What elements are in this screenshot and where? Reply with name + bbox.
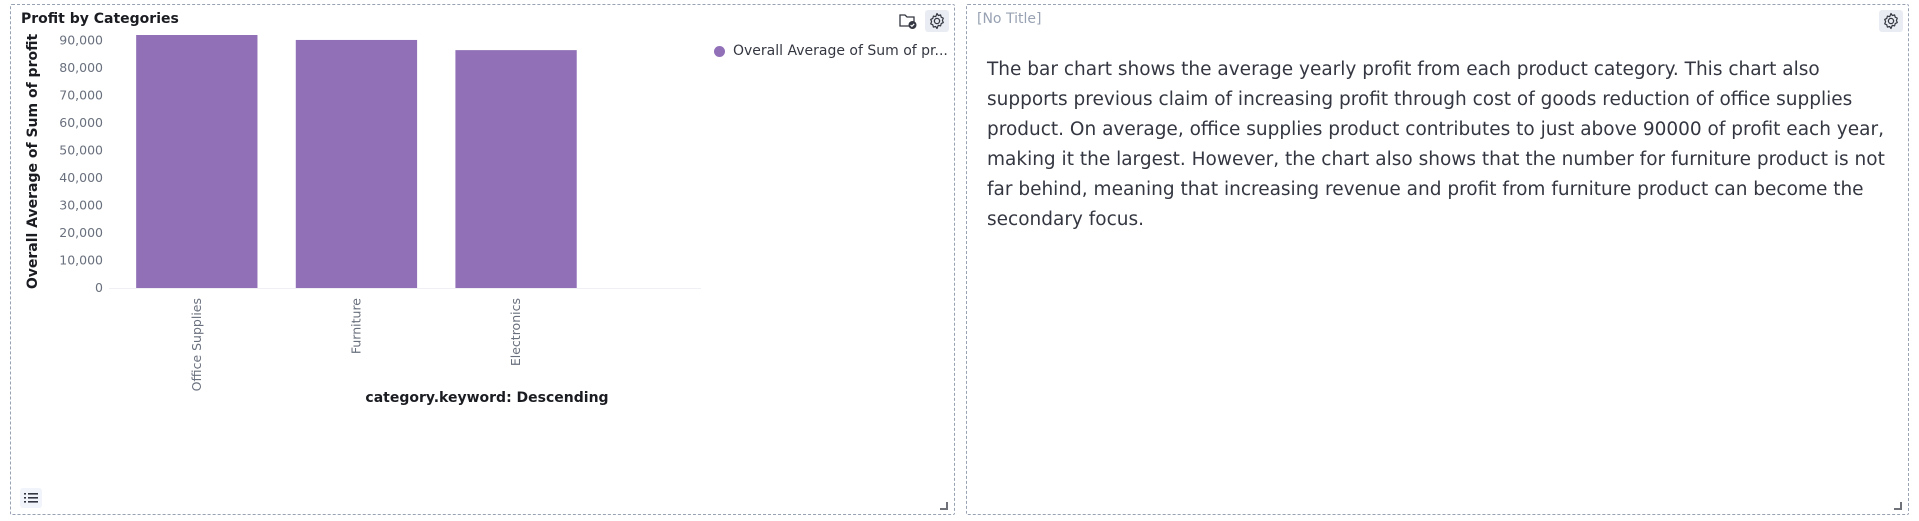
markdown-text: The bar chart shows the average yearly p… xyxy=(987,59,1885,230)
legend-color-dot xyxy=(714,45,725,57)
x-tick-label: Office Supplies xyxy=(189,298,204,391)
y-tick-label: 30,000 xyxy=(59,198,103,213)
y-tick-label: 60,000 xyxy=(59,115,103,130)
bar[interactable] xyxy=(295,39,418,289)
y-tick-label: 70,000 xyxy=(59,88,103,103)
panel-title: [No Title] xyxy=(977,11,1042,27)
folder-check-icon[interactable] xyxy=(896,10,920,32)
bar[interactable] xyxy=(455,50,577,288)
y-tick-label: 90,000 xyxy=(59,33,103,48)
legend-item[interactable]: Overall Average of Sum of pr... xyxy=(714,43,948,59)
y-tick-label: 0 xyxy=(95,280,103,295)
bar[interactable] xyxy=(136,35,258,288)
legend-toggle-icon[interactable] xyxy=(20,488,42,508)
legend-label: Overall Average of Sum of pr... xyxy=(733,43,948,59)
gear-icon[interactable] xyxy=(925,10,949,32)
gear-icon[interactable] xyxy=(1879,10,1903,32)
resize-handle[interactable] xyxy=(1894,502,1902,510)
y-axis-title: Overall Average of Sum of profit xyxy=(25,34,41,290)
x-axis-title: category.keyword: Descending xyxy=(365,390,608,406)
y-tick-label: 10,000 xyxy=(59,253,103,268)
bar-chart: 0 10,000 20,000 30,000 40,000 50,000 60,000 70,… xyxy=(25,33,701,406)
y-tick-label: 80,000 xyxy=(59,60,103,75)
y-tick-label: 50,000 xyxy=(59,143,103,158)
resize-handle[interactable] xyxy=(940,502,948,510)
x-tick-label: Furniture xyxy=(348,298,363,354)
markdown-panel: [No Title] The bar chart shows the avera… xyxy=(966,4,1909,515)
x-tick-label: Electronics xyxy=(508,298,523,366)
y-tick-label: 40,000 xyxy=(59,170,103,185)
visualization-panel: Profit by Categories 0 10,000 20,000 30,000… xyxy=(10,4,955,515)
y-tick-label: 20,000 xyxy=(59,225,103,240)
